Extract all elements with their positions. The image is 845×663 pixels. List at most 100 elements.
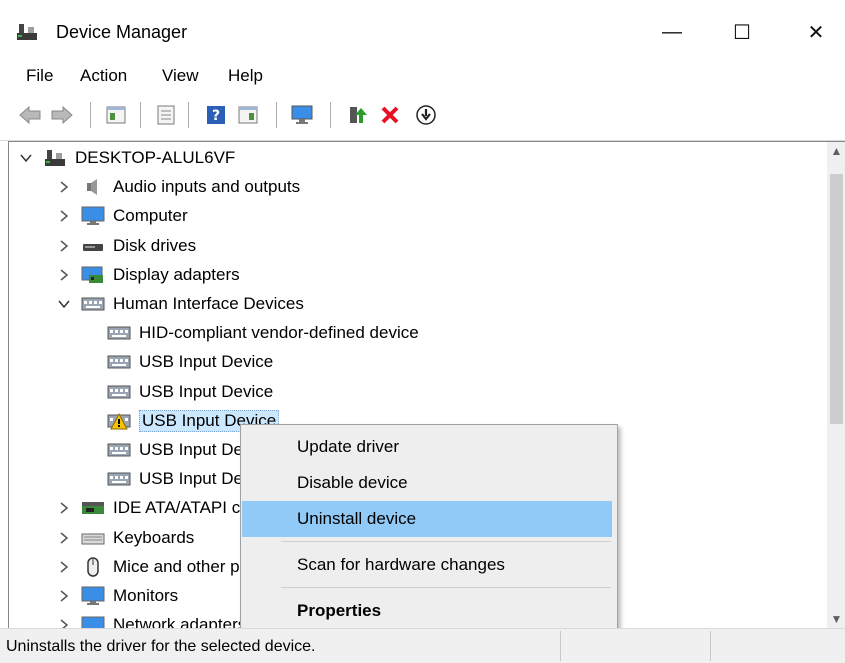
context-menu-item-scan-for-hardware-changes[interactable]: Scan for hardware changes bbox=[242, 547, 612, 583]
status-text: Uninstalls the driver for the selected d… bbox=[6, 638, 316, 655]
context-menu-item-properties[interactable]: Properties bbox=[242, 593, 612, 629]
hid-icon bbox=[107, 323, 131, 343]
context-menu: Update driver Disable device Uninstall dev… bbox=[240, 424, 618, 634]
menu-bar: File Action View Help bbox=[0, 62, 845, 90]
tree-category[interactable]: Disk drives bbox=[55, 232, 196, 260]
tree-item-label: Display adapters bbox=[113, 264, 240, 284]
network-adapter-icon bbox=[81, 615, 105, 629]
tree-category[interactable]: Monitors bbox=[55, 582, 178, 610]
download-icon[interactable] bbox=[414, 103, 438, 127]
window-title: Device Manager bbox=[56, 22, 188, 42]
tree-item-label: Network adapters bbox=[113, 615, 247, 629]
tree-item-label: USB Input Device bbox=[139, 381, 274, 401]
tree-device[interactable]: USB Input Device bbox=[107, 348, 273, 376]
tree-item-label: Audio inputs and outputs bbox=[113, 177, 301, 197]
tree-item-label: Monitors bbox=[113, 586, 179, 605]
tree-item-label: Keyboards bbox=[113, 527, 195, 547]
help-icon[interactable]: ? bbox=[204, 103, 228, 127]
menu-file[interactable]: File bbox=[26, 66, 53, 86]
maximize-button[interactable]: ☐ bbox=[712, 14, 772, 50]
tree-item-label: HID-compliant vendor-defined device bbox=[139, 323, 419, 343]
chevron-right-icon[interactable] bbox=[55, 558, 73, 576]
uninstall-device-icon[interactable] bbox=[378, 103, 402, 127]
context-menu-label: Disable device bbox=[297, 473, 408, 492]
tree-item-label: Computer bbox=[113, 206, 188, 226]
chevron-down-icon[interactable] bbox=[55, 295, 73, 313]
svg-text:?: ? bbox=[212, 108, 220, 124]
hid-icon bbox=[107, 469, 131, 489]
speaker-icon bbox=[81, 177, 105, 197]
tree-category[interactable]: Human Interface Devices bbox=[55, 290, 304, 318]
chevron-right-icon[interactable] bbox=[55, 529, 73, 547]
chevron-right-icon[interactable] bbox=[55, 587, 73, 605]
toolbar-separator bbox=[276, 102, 277, 128]
close-button[interactable]: ✕ bbox=[786, 14, 845, 50]
tree-category[interactable]: Keyboards bbox=[55, 524, 194, 552]
monitor-icon bbox=[81, 586, 105, 606]
scroll-thumb[interactable] bbox=[830, 174, 843, 424]
forward-icon[interactable] bbox=[50, 103, 74, 127]
chevron-right-icon[interactable] bbox=[55, 499, 73, 517]
tree-root[interactable]: DESKTOP-ALUL6VF bbox=[17, 144, 235, 172]
menu-separator bbox=[281, 587, 611, 588]
monitor-icon[interactable] bbox=[290, 103, 314, 127]
toolbar: ? bbox=[0, 90, 845, 141]
hid-icon bbox=[107, 382, 131, 402]
tree-item-label: USB Input Device bbox=[139, 352, 274, 372]
back-icon[interactable] bbox=[18, 103, 42, 127]
hid-icon bbox=[107, 352, 131, 372]
tree-item-label: DESKTOP-ALUL6VF bbox=[75, 148, 236, 167]
menu-separator bbox=[281, 541, 611, 542]
tree-category[interactable]: Network adapters bbox=[55, 611, 246, 629]
display-adapter-icon bbox=[81, 265, 105, 285]
tree-device[interactable]: USB Input Device bbox=[107, 378, 273, 406]
chevron-right-icon[interactable] bbox=[55, 266, 73, 284]
tree-device[interactable]: HID-compliant vendor-defined device bbox=[107, 319, 419, 347]
minimize-button[interactable]: — bbox=[642, 14, 702, 50]
device-manager-icon bbox=[16, 22, 38, 42]
menu-view[interactable]: View bbox=[162, 66, 199, 86]
tree-category[interactable]: Display adapters bbox=[55, 261, 240, 289]
update-driver-icon[interactable] bbox=[346, 103, 370, 127]
monitor-icon bbox=[81, 206, 105, 226]
properties-pane-icon[interactable] bbox=[104, 103, 128, 127]
hid-icon bbox=[107, 440, 131, 460]
status-divider bbox=[710, 631, 711, 661]
toolbar-separator bbox=[140, 102, 141, 128]
toolbar-separator bbox=[188, 102, 189, 128]
chevron-right-icon[interactable] bbox=[55, 178, 73, 196]
disk-drive-icon bbox=[81, 236, 105, 256]
tree-category[interactable]: Computer bbox=[55, 202, 188, 230]
hid-warning-icon bbox=[107, 411, 131, 431]
computer-tree-icon bbox=[43, 148, 67, 168]
ide-controller-icon bbox=[81, 498, 105, 518]
tree-item-label: Disk drives bbox=[113, 235, 197, 255]
context-menu-item-update-driver[interactable]: Update driver bbox=[242, 429, 612, 465]
context-menu-item-disable-device[interactable]: Disable device bbox=[242, 465, 612, 501]
scroll-down-arrow-icon[interactable]: ▼ bbox=[827, 610, 845, 628]
context-menu-item-uninstall-device[interactable]: Uninstall device bbox=[242, 501, 612, 537]
keyboard-icon bbox=[81, 528, 105, 548]
toolbar-separator bbox=[90, 102, 91, 128]
show-hide-console-tree-icon[interactable] bbox=[154, 103, 178, 127]
menu-help[interactable]: Help bbox=[228, 66, 263, 86]
chevron-right-icon[interactable] bbox=[55, 207, 73, 225]
context-menu-label: Properties bbox=[297, 601, 382, 620]
toolbar-separator bbox=[330, 102, 331, 128]
tree-item-label: Human Interface Devices bbox=[113, 294, 304, 313]
chevron-down-icon[interactable] bbox=[17, 149, 35, 167]
status-bar: Uninstalls the driver for the selected d… bbox=[0, 628, 845, 663]
mouse-icon bbox=[81, 557, 105, 577]
context-menu-label: Scan for hardware changes bbox=[297, 555, 505, 574]
title-bar: Device Manager — ☐ ✕ bbox=[0, 0, 845, 62]
context-menu-label: Uninstall device bbox=[297, 509, 417, 528]
vertical-scrollbar[interactable]: ▲ ▼ bbox=[827, 142, 845, 629]
tree-category[interactable]: Audio inputs and outputs bbox=[55, 173, 300, 201]
hid-icon bbox=[81, 294, 105, 314]
chevron-right-icon[interactable] bbox=[55, 237, 73, 255]
context-menu-label: Update driver bbox=[297, 437, 400, 456]
scroll-up-arrow-icon[interactable]: ▲ bbox=[827, 142, 845, 160]
menu-action[interactable]: Action bbox=[80, 66, 127, 86]
action-pane-icon[interactable] bbox=[236, 103, 260, 127]
status-divider bbox=[560, 631, 561, 661]
